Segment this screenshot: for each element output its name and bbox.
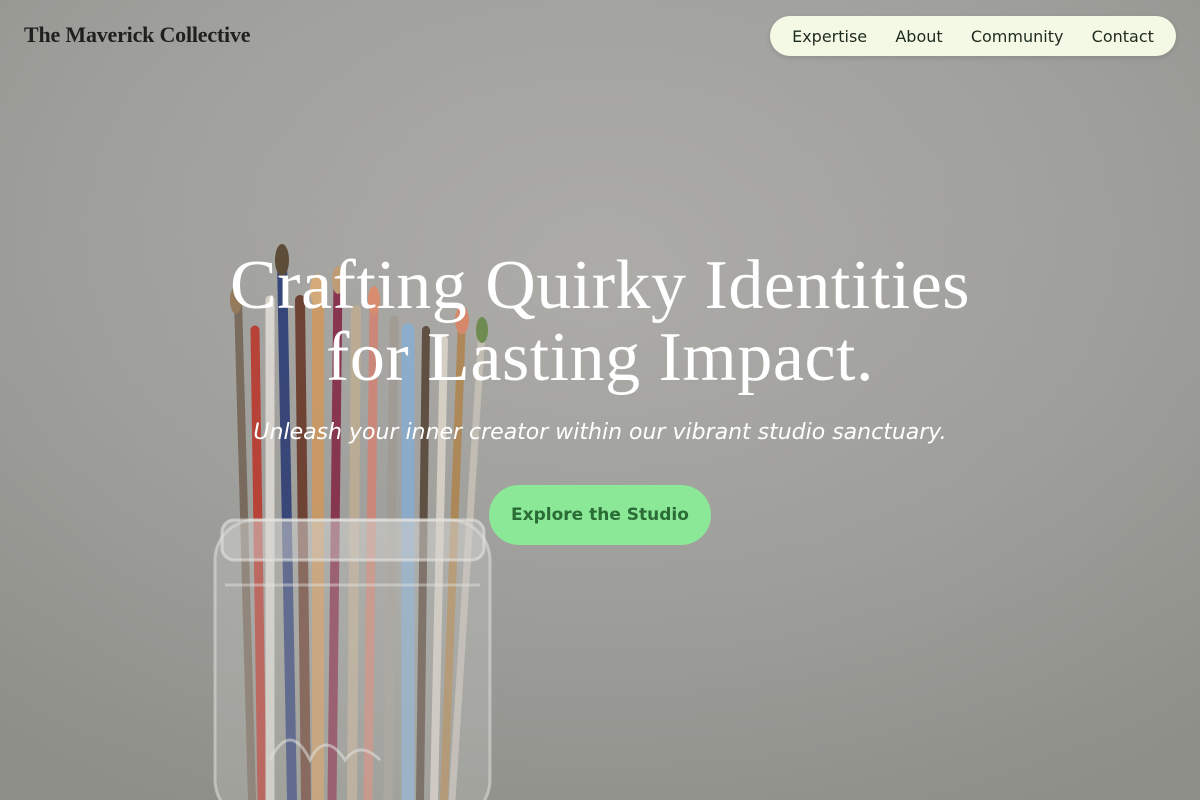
hero-headline-line-2: for Lasting Impact. bbox=[326, 319, 874, 396]
hero-section: Crafting Quirky Identities for Lasting I… bbox=[0, 250, 1200, 545]
nav-item-community[interactable]: Community bbox=[963, 27, 1072, 46]
hero-tagline: Unleash your inner creator within our vi… bbox=[253, 420, 947, 445]
hero-headline: Crafting Quirky Identities for Lasting I… bbox=[0, 250, 1200, 394]
main-navigation: Expertise About Community Contact bbox=[770, 16, 1176, 56]
nav-item-expertise[interactable]: Expertise bbox=[784, 27, 875, 46]
nav-item-about[interactable]: About bbox=[887, 27, 950, 46]
nav-item-contact[interactable]: Contact bbox=[1084, 27, 1162, 46]
brand-logo-text[interactable]: The Maverick Collective bbox=[24, 22, 251, 48]
hero-headline-line-1: Crafting Quirky Identities bbox=[229, 247, 971, 324]
explore-studio-button[interactable]: Explore the Studio bbox=[489, 485, 711, 545]
